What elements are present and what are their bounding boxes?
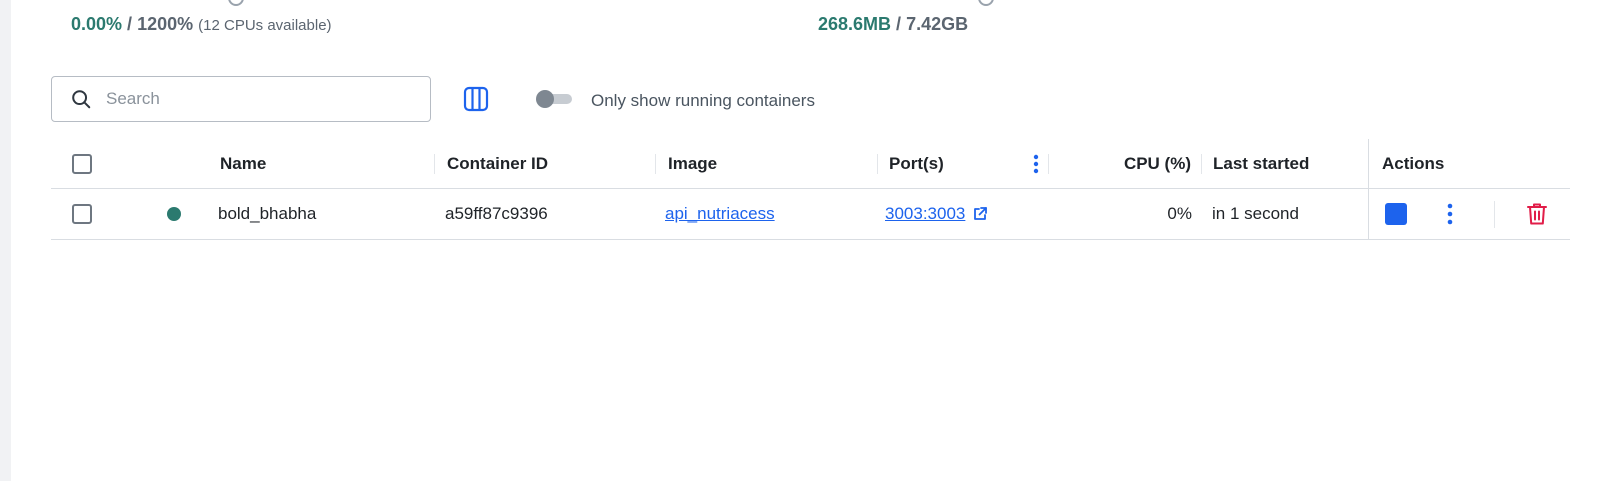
container-id: a59ff87c9396 — [445, 204, 548, 223]
port-options-button[interactable] — [1026, 139, 1046, 188]
table-header: Name Container ID Image Port(s) CPU (%) … — [51, 139, 1570, 189]
more-actions-button[interactable] — [1440, 189, 1460, 239]
header-container-id[interactable]: Container ID — [447, 139, 548, 188]
action-separator — [1494, 201, 1495, 228]
header-name[interactable]: Name — [220, 139, 266, 188]
search-icon — [72, 90, 91, 109]
header-actions: Actions — [1382, 153, 1445, 173]
header-ports[interactable]: Port(s) — [889, 139, 944, 188]
cpu-value: 0% — [1167, 204, 1192, 223]
memory-separator: / — [891, 14, 907, 34]
port-link[interactable]: 3003:3003 — [885, 204, 965, 224]
cpu-separator: / — [122, 14, 138, 34]
stop-icon — [1385, 203, 1407, 225]
containers-table: Name Container ID Image Port(s) CPU (%) … — [51, 139, 1570, 240]
select-all-cell — [72, 139, 92, 188]
last-started: in 1 second — [1212, 204, 1299, 223]
stop-button[interactable] — [1384, 189, 1408, 239]
container-name[interactable]: bold_bhabha — [218, 189, 316, 239]
column-separator — [655, 154, 656, 174]
cpu-total: 1200% — [137, 14, 194, 34]
toggle-knob — [536, 90, 554, 108]
columns-icon — [463, 86, 489, 112]
sidebar-edge — [0, 0, 11, 481]
status-cell — [167, 189, 181, 239]
column-separator — [877, 154, 878, 174]
column-separator — [1048, 154, 1049, 174]
ports-cell: 3003:3003 — [885, 189, 988, 239]
header-image[interactable]: Image — [668, 139, 717, 188]
more-vertical-icon — [1447, 203, 1453, 225]
row-checkbox[interactable] — [72, 204, 92, 224]
image-link[interactable]: api_nutriacess — [665, 204, 775, 224]
status-running-icon — [167, 207, 181, 221]
memory-total: 7.42GB — [906, 14, 969, 34]
delete-button[interactable] — [1525, 189, 1549, 239]
running-only-toggle[interactable] — [536, 90, 572, 108]
info-icon — [228, 0, 244, 6]
toggle-label: Only show running containers — [591, 91, 815, 110]
more-vertical-icon — [1033, 154, 1039, 173]
memory-usage: 268.6MB — [818, 14, 892, 34]
external-link-icon[interactable] — [972, 206, 988, 222]
info-icon — [978, 0, 994, 6]
table-row[interactable]: bold_bhabha a59ff87c9396 api_nutriacess … — [51, 189, 1570, 240]
row-select-cell — [72, 189, 92, 239]
trash-icon — [1527, 203, 1547, 225]
search-box[interactable] — [51, 76, 431, 122]
cpu-stats: 0.00% / 1200% (12 CPUs available) — [71, 14, 332, 35]
header-last-started[interactable]: Last started — [1213, 139, 1309, 188]
select-all-checkbox[interactable] — [72, 153, 92, 174]
image-cell: api_nutriacess — [665, 189, 775, 239]
column-separator — [1201, 154, 1202, 174]
columns-button[interactable] — [462, 84, 490, 114]
column-separator — [434, 154, 435, 174]
memory-stats: 268.6MB / 7.42GB — [818, 14, 968, 35]
search-input[interactable] — [106, 89, 406, 109]
header-cpu[interactable]: CPU (%) — [1061, 139, 1191, 188]
cpu-usage: 0.00% — [71, 14, 123, 34]
cpu-note: (12 CPUs available) — [198, 17, 332, 34]
